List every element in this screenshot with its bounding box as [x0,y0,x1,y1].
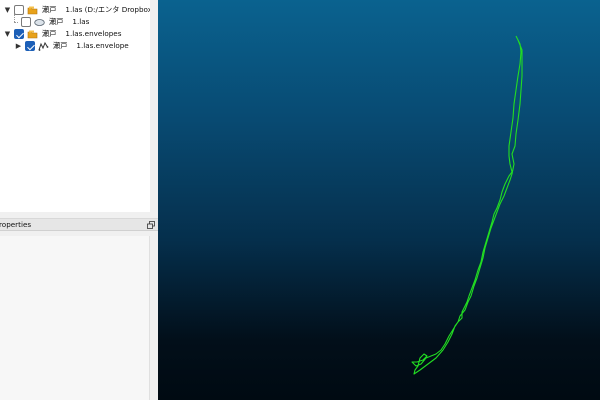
visibility-checkbox[interactable] [25,41,35,51]
left-dock: ▼ 瀬戸 1.las (D:/エンタ Dropbox/... 瀬戸 1.las ▼ … [0,0,161,400]
tree-item-label: 瀬戸 1.las [49,17,90,26]
properties-header: roperties [0,218,158,231]
tree-item-label: 瀬戸 1.las.envelope [53,41,129,50]
tree-item-las-file[interactable]: ▼ 瀬戸 1.las (D:/エンタ Dropbox/... [3,4,161,16]
cloud-icon [34,17,45,28]
visibility-checkbox[interactable] [14,5,24,15]
folder-icon [27,5,38,16]
folder-icon [27,29,38,40]
tree-item-label: 瀬戸 1.las (D:/エンタ Dropbox/... [42,5,162,14]
expand-arrow-icon[interactable]: ▼ [3,30,12,39]
db-tree-scrollbar[interactable] [150,0,158,212]
envelope-polyline[interactable] [411,35,523,375]
tree-item-cloud[interactable]: 瀬戸 1.las [19,16,89,28]
tree-connector [14,22,18,23]
visibility-checkbox[interactable] [21,17,31,27]
properties-title: roperties [0,220,32,229]
tree-item-label: 瀬戸 1.las.envelopes [42,29,122,38]
polyline-icon [38,41,49,52]
tree-item-envelopes[interactable]: ▼ 瀬戸 1.las.envelopes [3,28,121,40]
tree-item-envelope[interactable]: ▶ 瀬戸 1.las.envelope [14,40,129,52]
expand-arrow-icon[interactable]: ▼ [3,6,12,15]
3d-view[interactable] [158,0,600,400]
db-tree-panel: ▼ 瀬戸 1.las (D:/エンタ Dropbox/... 瀬戸 1.las ▼ … [0,0,161,212]
properties-panel [0,236,150,400]
collapse-arrow-icon[interactable]: ▶ [14,42,23,51]
visibility-checkbox[interactable] [14,29,24,39]
envelope-polyline-view [411,35,523,375]
undock-icon[interactable] [146,220,155,229]
